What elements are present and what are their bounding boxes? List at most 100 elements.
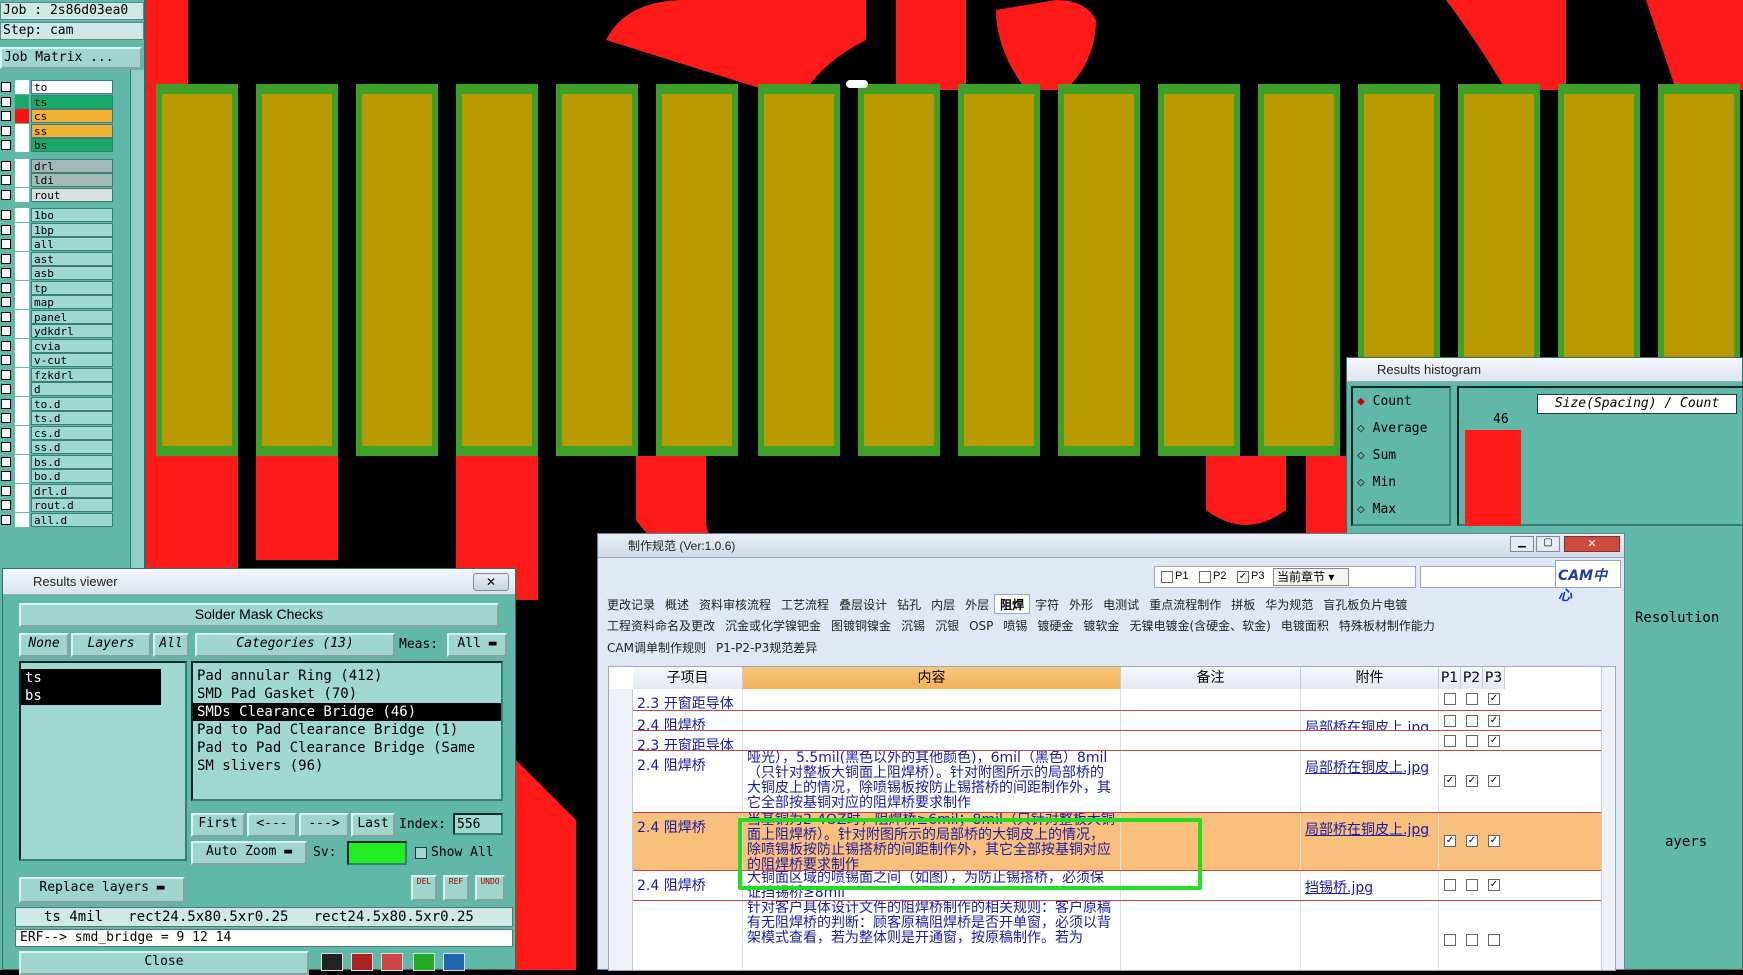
tab-item[interactable]: 外层	[960, 595, 994, 615]
tab-item[interactable]: 特殊板材制作能力	[1334, 616, 1440, 636]
radio-icon[interactable]: ◇	[1357, 448, 1373, 463]
histogram-option[interactable]: ◆ Count	[1357, 394, 1412, 409]
tab-item[interactable]: 重点流程制作	[1144, 595, 1226, 615]
layer-checkbox[interactable]	[1, 268, 11, 278]
tab-item[interactable]: 外形	[1064, 595, 1098, 615]
layer-row-ss[interactable]: ss	[0, 123, 130, 138]
layer-checkbox[interactable]	[1, 326, 11, 336]
maximize-icon[interactable]: ▢	[1536, 536, 1560, 552]
layer-row-rout.d[interactable]: rout.d	[0, 498, 130, 512]
category-item[interactable]: Pad to Pad Clearance Bridge (Same	[193, 739, 501, 757]
layer-checkbox[interactable]	[1, 160, 11, 171]
priority-checkbox[interactable]: ✓	[1488, 693, 1500, 705]
layer-checkbox[interactable]	[1, 210, 11, 220]
layer-row-all[interactable]: all	[0, 237, 130, 251]
priority-checkbox[interactable]	[1466, 693, 1478, 705]
layer-checkbox[interactable]	[1, 224, 11, 235]
spec-scrollbar[interactable]	[1601, 667, 1615, 970]
sv-color-select[interactable]	[347, 841, 407, 865]
row-attachment[interactable]: 局部桥在铜皮上.jpg	[1305, 760, 1429, 776]
last-button[interactable]: Last	[351, 813, 395, 837]
layer-row-1bo[interactable]: 1bo	[0, 208, 130, 222]
tab-item[interactable]: 电镀面积	[1276, 616, 1334, 636]
priority-checkbox[interactable]	[1466, 735, 1478, 747]
layer-row-ss.d[interactable]: ss.d	[0, 440, 130, 454]
column-header[interactable]: 附件	[1301, 667, 1439, 689]
job-matrix-button[interactable]: Job Matrix ...	[0, 47, 142, 69]
replace-layers-select[interactable]: Replace layers ▬	[19, 877, 185, 903]
radio-icon[interactable]: ◇	[1357, 421, 1373, 436]
column-header[interactable]: P3	[1483, 667, 1505, 689]
layer-row-bo.d[interactable]: bo.d	[0, 469, 130, 483]
tab-item[interactable]: 电测试	[1098, 595, 1144, 615]
radio-icon[interactable]: ◆	[1357, 394, 1373, 409]
ref-button[interactable]: REF	[443, 875, 469, 901]
prev-button[interactable]: <---	[247, 813, 297, 837]
priority-checkbox[interactable]: ✓	[1466, 835, 1478, 847]
meas-select[interactable]: All ▬	[447, 633, 507, 657]
tab-item[interactable]: 喷锡	[998, 616, 1032, 636]
tab-item[interactable]: 概述	[660, 595, 694, 615]
tab-item[interactable]: 沉银	[930, 616, 964, 636]
spec-titlebar[interactable]: 制作规范 (Ver:1.0.6)	[598, 534, 1624, 558]
tool-icon-4[interactable]	[413, 953, 435, 971]
layer-row-tp[interactable]: tp	[0, 280, 130, 295]
categories-button[interactable]: Categories (13)	[195, 633, 395, 657]
p1-checkbox[interactable]	[1161, 571, 1173, 583]
layer-row-drl[interactable]: drl	[0, 158, 130, 173]
layer-checkbox[interactable]	[1, 485, 11, 496]
spec-row[interactable]: 2.4 阻焊桥 哑光），5.5mil(黑色以外的其他颜色)，6mil（黑色）8mi…	[633, 751, 1601, 813]
layer-checkbox[interactable]	[1, 297, 11, 307]
layer-checkbox[interactable]	[1, 514, 11, 525]
next-button[interactable]: --->	[299, 813, 349, 837]
priority-checkbox[interactable]: ✓	[1488, 735, 1500, 747]
layer-checkbox[interactable]	[1, 427, 11, 438]
layer-checkbox[interactable]	[1, 82, 11, 92]
layer-row-to[interactable]: to	[0, 80, 130, 94]
tool-icon-2[interactable]	[351, 953, 373, 971]
tab-item[interactable]: 内层	[926, 595, 960, 615]
layer-checkbox[interactable]	[1, 311, 11, 322]
category-item[interactable]: SM slivers (96)	[193, 757, 501, 775]
layer-row-d[interactable]: d	[0, 382, 130, 396]
layer-list-item[interactable]: ts	[21, 669, 161, 687]
layer-row-rout[interactable]: rout	[0, 187, 130, 202]
tab-item[interactable]: 阻焊	[994, 594, 1031, 614]
tab-item[interactable]: 无镍电镀金(含硬金、软金)	[1124, 616, 1275, 636]
layer-checkbox[interactable]	[1, 413, 11, 423]
priority-checkbox[interactable]: ✓	[1488, 879, 1500, 891]
category-item[interactable]: SMDs Clearance Bridge (46)	[193, 703, 501, 721]
tab-item[interactable]: 工程资料命名及更改	[602, 616, 720, 636]
priority-checkbox[interactable]: ✓	[1488, 775, 1500, 787]
tab-item[interactable]: 镀硬金	[1032, 616, 1078, 636]
layer-checkbox[interactable]	[1, 456, 11, 467]
layer-checkbox[interactable]	[1, 355, 11, 365]
tab-item[interactable]: 图镀铜镍金	[826, 616, 896, 636]
radio-icon[interactable]: ◇	[1357, 475, 1373, 490]
layer-row-asb[interactable]: asb	[0, 266, 130, 280]
priority-checkbox[interactable]: ✓	[1444, 835, 1456, 847]
column-header[interactable]: 备注	[1121, 667, 1301, 689]
tool-icon-5[interactable]	[443, 953, 465, 971]
p3-checkbox[interactable]: ✓	[1237, 571, 1249, 583]
tab-item[interactable]: 沉金或化学镍钯金	[720, 616, 826, 636]
histogram-option[interactable]: ◇ Min	[1357, 475, 1396, 490]
spec-row[interactable]: 2.3 开窗距导体 ✓	[633, 689, 1601, 711]
layer-checkbox[interactable]	[1, 111, 11, 121]
row-attachment[interactable]: 挡锡桥.jpg	[1305, 880, 1373, 896]
histogram-option[interactable]: ◇ Max	[1357, 502, 1396, 517]
tool-icon-3[interactable]	[381, 953, 403, 971]
categories-listbox[interactable]: Pad annular Ring (412) SMD Pad Gasket (70…	[191, 661, 503, 801]
spec-row[interactable]: 2.4 阻焊桥 局部桥在铜皮上.jpg ✓	[633, 711, 1601, 731]
histogram-option[interactable]: ◇ Average	[1357, 421, 1427, 436]
tab-item[interactable]: 镀软金	[1078, 616, 1124, 636]
histogram-titlebar[interactable]: Results histogram	[1347, 358, 1742, 382]
column-header[interactable]: P2	[1461, 667, 1483, 689]
layer-checkbox[interactable]	[1, 175, 11, 185]
category-item[interactable]: Pad annular Ring (412)	[193, 667, 501, 685]
layer-row-bs[interactable]: bs	[0, 138, 130, 152]
close-icon[interactable]: ✕	[473, 573, 509, 591]
layer-row-to.d[interactable]: to.d	[0, 396, 130, 411]
category-item[interactable]: SMD Pad Gasket (70)	[193, 685, 501, 703]
priority-checkbox[interactable]: ✓	[1466, 775, 1478, 787]
